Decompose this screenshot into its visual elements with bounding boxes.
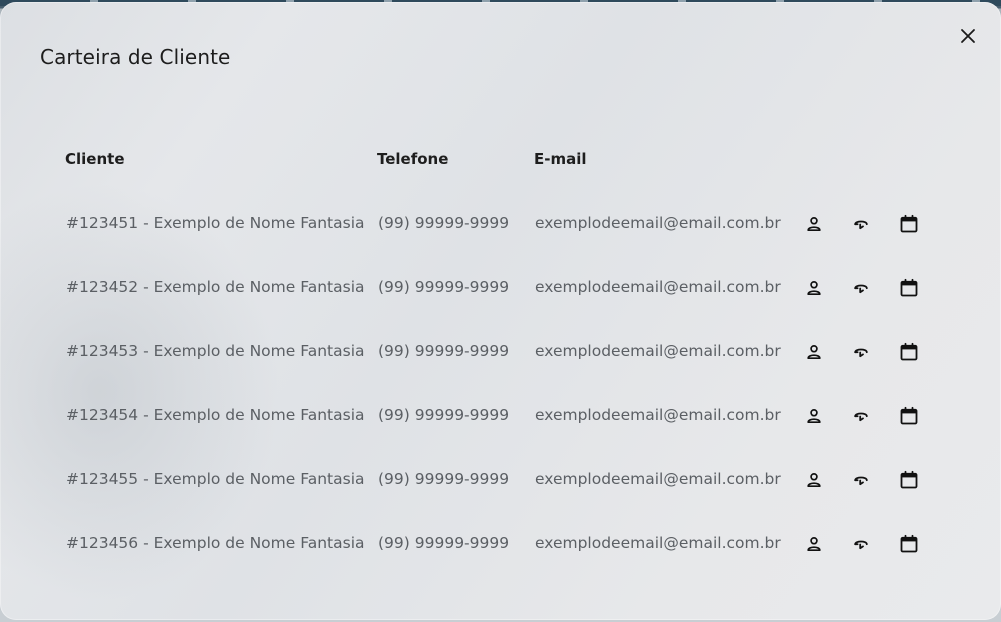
user-icon	[805, 407, 823, 425]
email-cell: exemplodeemail@email.com.br	[535, 214, 781, 232]
swap-icon	[852, 407, 870, 425]
phone-cell: (99) 99999-9999	[378, 470, 510, 488]
email-cell: exemplodeemail@email.com.br	[535, 342, 781, 360]
swap-icon	[852, 343, 870, 361]
user-icon	[805, 215, 823, 233]
calendar-icon	[899, 406, 919, 426]
calendar-icon	[899, 534, 919, 554]
swap-icon	[852, 279, 870, 297]
view-client-button[interactable]	[802, 212, 826, 236]
view-client-button[interactable]	[802, 276, 826, 300]
schedule-button[interactable]	[897, 276, 921, 300]
column-header-phone: Telefone	[377, 150, 449, 168]
client-table: Cliente Telefone E-mail #123451 - Exempl…	[0, 2, 1001, 620]
email-cell: exemplodeemail@email.com.br	[535, 534, 781, 552]
email-cell: exemplodeemail@email.com.br	[535, 278, 781, 296]
schedule-button[interactable]	[897, 468, 921, 492]
calendar-icon	[899, 278, 919, 298]
transfer-client-button[interactable]	[849, 404, 873, 428]
table-row: #123454 - Exemplo de Nome Fantasia (99) 9…	[0, 396, 1001, 436]
schedule-button[interactable]	[897, 532, 921, 556]
table-row: #123453 - Exemplo de Nome Fantasia (99) 9…	[0, 332, 1001, 372]
transfer-client-button[interactable]	[849, 340, 873, 364]
column-header-email: E-mail	[534, 150, 587, 168]
table-row: #123455 - Exemplo de Nome Fantasia (99) 9…	[0, 460, 1001, 500]
column-header-client: Cliente	[65, 150, 125, 168]
email-cell: exemplodeemail@email.com.br	[535, 406, 781, 424]
phone-cell: (99) 99999-9999	[378, 534, 510, 552]
calendar-icon	[899, 214, 919, 234]
client-portfolio-modal: Carteira de Cliente Cliente Telefone E-m…	[0, 2, 1001, 620]
schedule-button[interactable]	[897, 212, 921, 236]
view-client-button[interactable]	[802, 340, 826, 364]
client-name-cell: #123454 - Exemplo de Nome Fantasia	[66, 406, 365, 424]
table-row: #123452 - Exemplo de Nome Fantasia (99) 9…	[0, 268, 1001, 308]
client-name-cell: #123453 - Exemplo de Nome Fantasia	[66, 342, 365, 360]
transfer-client-button[interactable]	[849, 532, 873, 556]
view-client-button[interactable]	[802, 468, 826, 492]
swap-icon	[852, 535, 870, 553]
phone-cell: (99) 99999-9999	[378, 342, 510, 360]
client-name-cell: #123452 - Exemplo de Nome Fantasia	[66, 278, 365, 296]
transfer-client-button[interactable]	[849, 276, 873, 300]
client-name-cell: #123456 - Exemplo de Nome Fantasia	[66, 534, 365, 552]
view-client-button[interactable]	[802, 532, 826, 556]
schedule-button[interactable]	[897, 340, 921, 364]
email-cell: exemplodeemail@email.com.br	[535, 470, 781, 488]
swap-icon	[852, 471, 870, 489]
transfer-client-button[interactable]	[849, 212, 873, 236]
table-row: #123451 - Exemplo de Nome Fantasia (99) 9…	[0, 204, 1001, 244]
calendar-icon	[899, 470, 919, 490]
swap-icon	[852, 215, 870, 233]
user-icon	[805, 535, 823, 553]
view-client-button[interactable]	[802, 404, 826, 428]
user-icon	[805, 343, 823, 361]
client-name-cell: #123455 - Exemplo de Nome Fantasia	[66, 470, 365, 488]
schedule-button[interactable]	[897, 404, 921, 428]
transfer-client-button[interactable]	[849, 468, 873, 492]
calendar-icon	[899, 342, 919, 362]
client-name-cell: #123451 - Exemplo de Nome Fantasia	[66, 214, 365, 232]
table-row: #123456 - Exemplo de Nome Fantasia (99) 9…	[0, 524, 1001, 564]
user-icon	[805, 471, 823, 489]
phone-cell: (99) 99999-9999	[378, 278, 510, 296]
phone-cell: (99) 99999-9999	[378, 406, 510, 424]
user-icon	[805, 279, 823, 297]
phone-cell: (99) 99999-9999	[378, 214, 510, 232]
